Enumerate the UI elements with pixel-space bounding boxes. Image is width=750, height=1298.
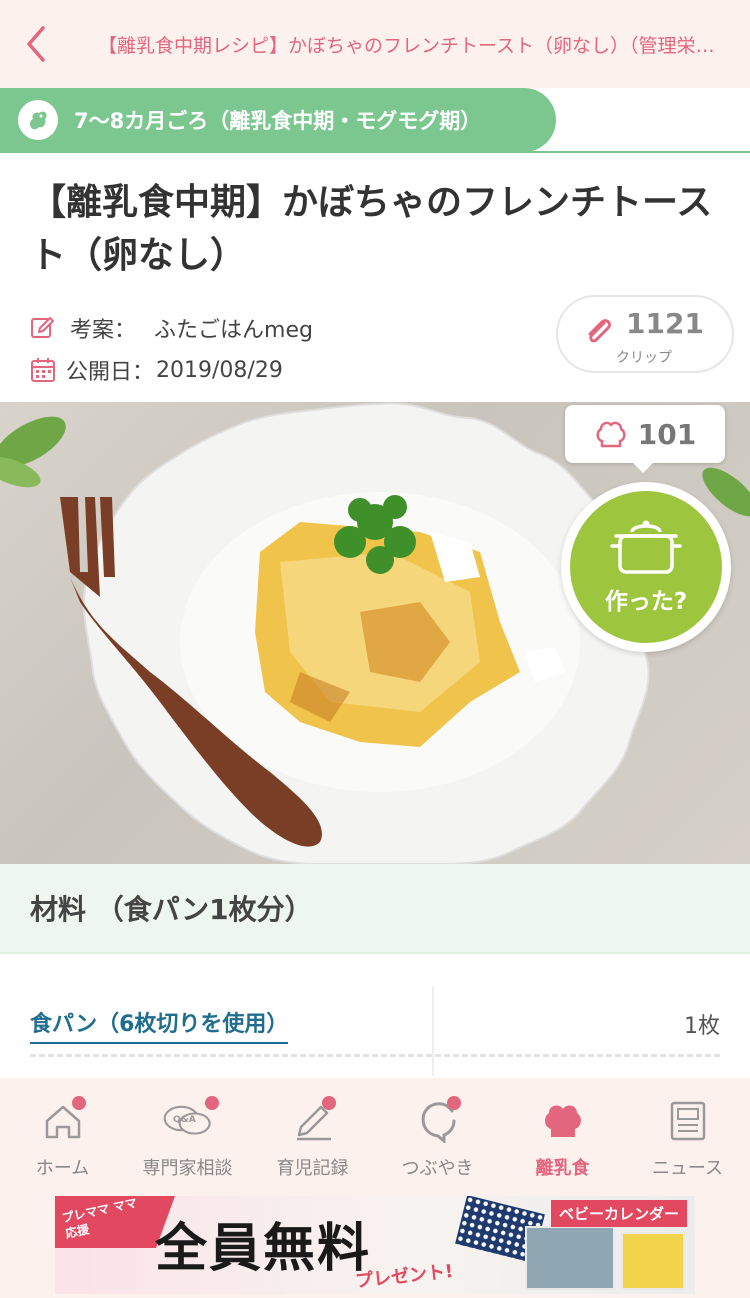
nav-item-home[interactable]: ホーム	[0, 1078, 125, 1190]
ingredient-name-link[interactable]: 食パン（6枚切りを使用）	[30, 1006, 289, 1044]
nav-label: ニュース	[651, 1158, 724, 1179]
calendar-icon	[31, 358, 55, 382]
ad-banner[interactable]: プレママ ママ応援 全員無料 プレゼント! ベビーカレンダー	[55, 1196, 695, 1294]
clip-button[interactable]: 1121 クリップ	[556, 295, 734, 373]
made-count: 101	[637, 417, 697, 451]
ingredient-row: 食パン（6枚切りを使用） 1枚	[0, 986, 750, 1076]
qa-icon: Q&A	[163, 1096, 219, 1144]
author-label: 考案：	[70, 318, 137, 343]
nav-item-babyfood[interactable]: 離乳食	[500, 1078, 625, 1190]
back-button[interactable]	[0, 0, 72, 88]
notification-dot	[321, 1096, 336, 1110]
ad-main-text: 全員無料	[155, 1218, 372, 1279]
author-row: 考案： ふたごはんmeg	[30, 312, 313, 344]
bottom-nav: ホーム Q&A 専門家相談 育児記録 つぶやき 離乳食 ニュース	[0, 1078, 750, 1190]
made-it-button-inner: 作った?	[570, 491, 722, 643]
paperclip-icon	[588, 319, 611, 343]
clip-count: 1121	[626, 307, 704, 340]
nav-item-news[interactable]: ニュース	[625, 1078, 750, 1190]
ad-book-image	[621, 1232, 685, 1290]
pot-icon	[610, 520, 682, 574]
edit-icon	[31, 317, 54, 338]
nav-label: ホーム	[35, 1158, 90, 1179]
recipe-title: 【離乳食中期】かぼちゃのフレンチトースト（卵なし）	[30, 182, 713, 276]
svg-text:Q&A: Q&A	[173, 1114, 197, 1125]
nav-label: 専門家相談	[142, 1158, 233, 1179]
nav-item-expert[interactable]: Q&A 専門家相談	[125, 1078, 250, 1190]
age-banner-text: 7〜8カ月ごろ（離乳食中期・モグモグ期）	[74, 109, 482, 133]
notification-dot	[446, 1096, 461, 1110]
date-label: 公開日：	[66, 360, 155, 385]
nav-label: 離乳食	[535, 1158, 590, 1179]
nav-item-tweets[interactable]: つぶやき	[375, 1078, 500, 1190]
date-value: 2019/08/29	[156, 357, 283, 383]
ad-book-image	[525, 1226, 615, 1290]
age-banner[interactable]: 7〜8カ月ごろ（離乳食中期・モグモグ期）	[0, 88, 556, 152]
chef-hat-icon	[596, 421, 626, 448]
ingredient-divider	[432, 986, 434, 1076]
squirrel-icon	[18, 100, 58, 140]
news-icon	[663, 1098, 713, 1144]
chef-hat-icon	[538, 1098, 588, 1144]
ad-area: プレママ ママ応援 全員無料 プレゼント! ベビーカレンダー	[0, 1190, 750, 1298]
chat-icon	[413, 1096, 463, 1144]
ingredients-title: 材料 （食パン1枚分）	[30, 893, 313, 926]
notification-dot	[71, 1096, 86, 1110]
made-count-bubble: 101	[565, 405, 725, 473]
ingredient-dashed-rule	[30, 1054, 720, 1057]
ad-brand: ベビーカレンダー	[550, 1200, 687, 1227]
header-title: 【離乳食中期レシピ】かぼちゃのフレンチトースト（卵なし）（管理栄養士監修）	[98, 34, 722, 57]
ingredients-header: 材料 （食パン1枚分）	[0, 864, 750, 954]
chevron-left-icon	[27, 26, 45, 62]
date-row: 公開日： 2019/08/29	[30, 354, 283, 386]
nav-item-record[interactable]: 育児記録	[250, 1078, 375, 1190]
nav-label: つぶやき	[401, 1158, 474, 1179]
pencil-icon	[288, 1096, 338, 1144]
nav-label: 育児記録	[276, 1158, 349, 1179]
author-name[interactable]: ふたごはんmeg	[154, 312, 313, 344]
notification-dot	[204, 1096, 219, 1110]
made-it-label: 作った?	[604, 589, 688, 615]
ingredient-qty: 1枚	[684, 1014, 720, 1039]
home-icon	[38, 1096, 88, 1144]
clip-label: クリップ	[616, 350, 672, 366]
made-it-button[interactable]: 作った?	[561, 482, 731, 652]
banner-divider	[0, 151, 750, 153]
top-header: 【離乳食中期レシピ】かぼちゃのフレンチトースト（卵なし）（管理栄養士監修）	[0, 0, 750, 88]
